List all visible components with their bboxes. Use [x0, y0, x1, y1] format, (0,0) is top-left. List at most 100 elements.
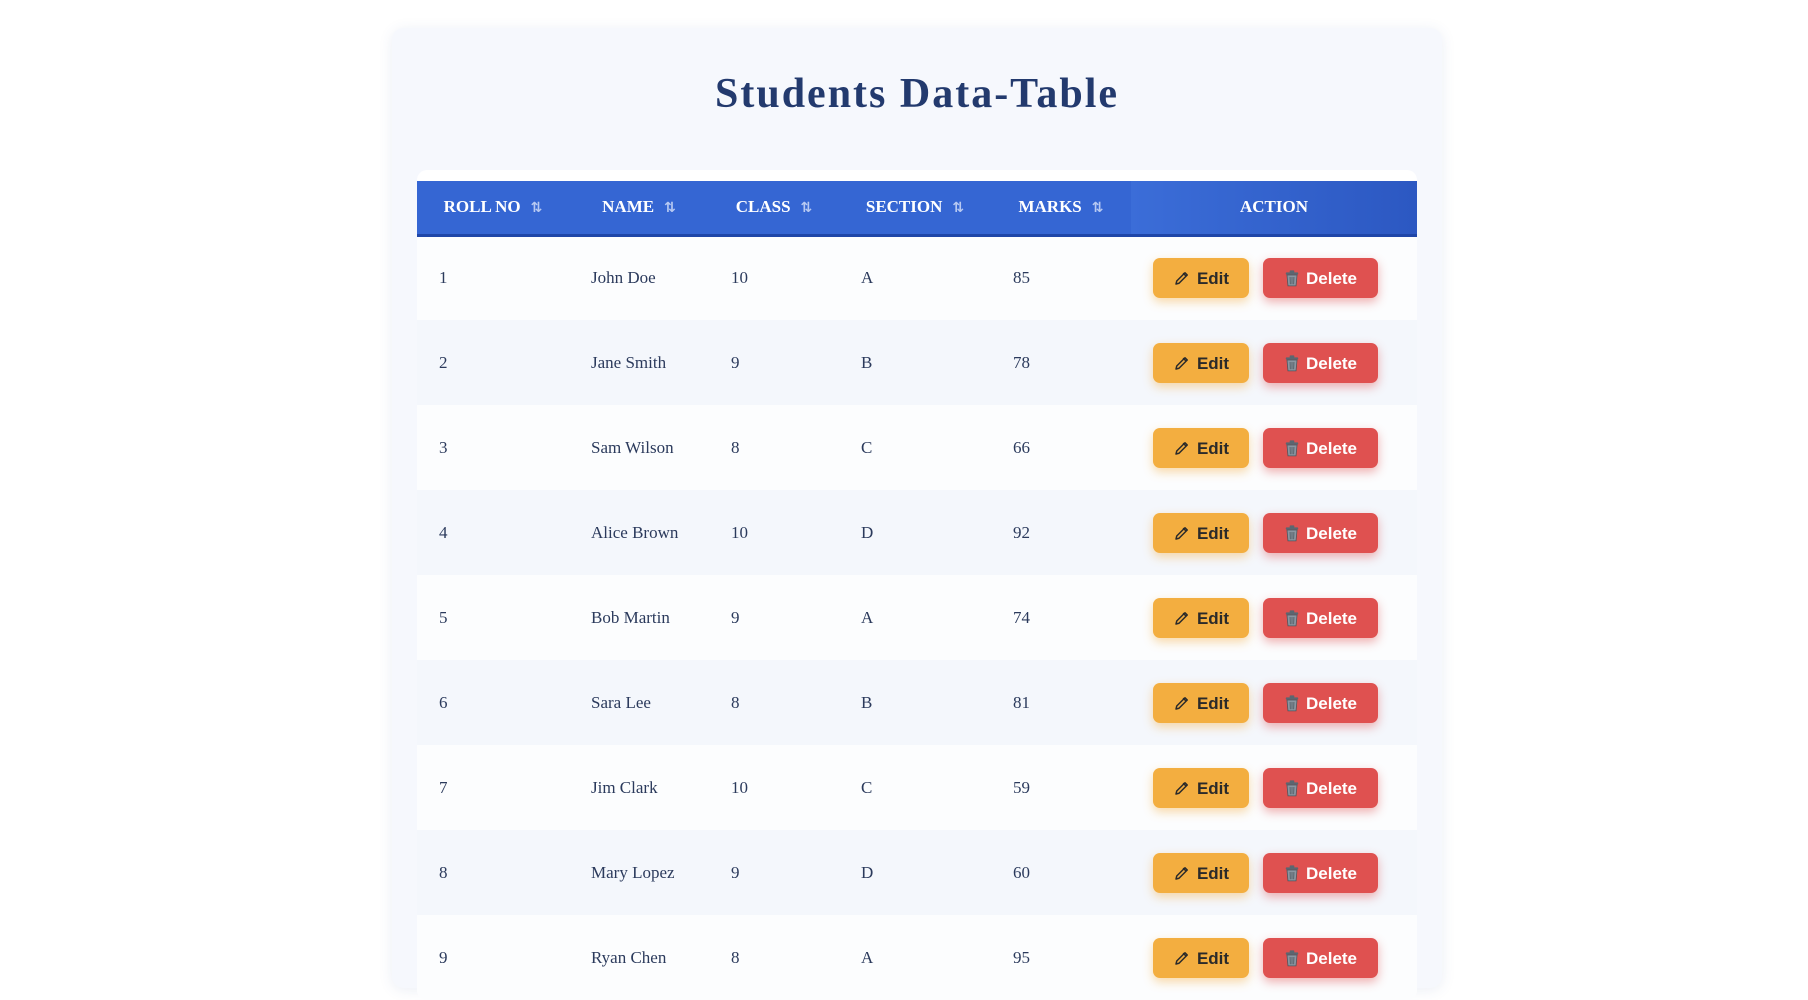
column-header-section[interactable]: SECTION⇅	[839, 181, 991, 235]
column-header-marks[interactable]: MARKS⇅	[991, 181, 1131, 235]
column-header-action: ACTION	[1131, 181, 1417, 235]
table-row: 1John Doe10A85EditDelete	[417, 235, 1417, 320]
cell-section: A	[839, 575, 991, 660]
sort-icon[interactable]: ⇅	[531, 200, 543, 216]
cell-name: Jane Smith	[569, 320, 709, 405]
pencil-icon	[1173, 864, 1197, 883]
cell-marks: 95	[991, 915, 1131, 1000]
cell-section: D	[839, 490, 991, 575]
cell-class: 9	[709, 320, 839, 405]
cell-roll: 9	[417, 915, 569, 1000]
sort-icon[interactable]: ⇅	[1092, 200, 1104, 216]
cell-section: A	[839, 235, 991, 320]
trash-icon	[1284, 779, 1306, 798]
cell-class: 9	[709, 830, 839, 915]
pencil-icon	[1173, 524, 1197, 543]
sort-icon[interactable]: ⇅	[664, 200, 676, 216]
cell-name: Ryan Chen	[569, 915, 709, 1000]
cell-action: Edit Delete	[1131, 320, 1417, 405]
cell-marks: 85	[991, 235, 1131, 320]
column-header-name[interactable]: NAME⇅	[569, 181, 709, 235]
cell-class: 8	[709, 915, 839, 1000]
edit-button-label: Edit	[1197, 949, 1229, 968]
cell-action: Edit Delete	[1131, 575, 1417, 660]
cell-class: 8	[709, 660, 839, 745]
cell-section: B	[839, 320, 991, 405]
delete-button[interactable]: Delete	[1263, 258, 1378, 298]
students-table: ROLL NO⇅NAME⇅CLASS⇅SECTION⇅MARKS⇅ACTION …	[417, 181, 1417, 1000]
trash-icon	[1284, 949, 1306, 968]
edit-button[interactable]: Edit	[1153, 513, 1249, 553]
table-row: 3Sam Wilson8C66EditDelete	[417, 405, 1417, 490]
delete-button-label: Delete	[1306, 609, 1357, 628]
delete-button[interactable]: Delete	[1263, 343, 1378, 383]
students-card: Students Data-Table ROLL NO⇅NAME⇅CLASS⇅S…	[392, 28, 1442, 988]
pencil-icon	[1173, 439, 1197, 458]
cell-roll: 8	[417, 830, 569, 915]
edit-button-label: Edit	[1197, 864, 1229, 883]
cell-action: Edit Delete	[1131, 915, 1417, 1000]
pencil-icon	[1173, 269, 1197, 288]
cell-action: Edit Delete	[1131, 405, 1417, 490]
table-row: 7Jim Clark10C59EditDelete	[417, 745, 1417, 830]
cell-roll: 1	[417, 235, 569, 320]
cell-roll: 4	[417, 490, 569, 575]
cell-roll: 6	[417, 660, 569, 745]
trash-icon	[1284, 354, 1306, 373]
cell-action: Edit Delete	[1131, 830, 1417, 915]
cell-marks: 74	[991, 575, 1131, 660]
cell-section: B	[839, 660, 991, 745]
sort-icon[interactable]: ⇅	[952, 200, 964, 216]
cell-marks: 59	[991, 745, 1131, 830]
cell-name: Alice Brown	[569, 490, 709, 575]
cell-roll: 5	[417, 575, 569, 660]
cell-marks: 78	[991, 320, 1131, 405]
cell-name: Jim Clark	[569, 745, 709, 830]
edit-button[interactable]: Edit	[1153, 343, 1249, 383]
cell-class: 10	[709, 235, 839, 320]
cell-roll: 7	[417, 745, 569, 830]
edit-button[interactable]: Edit	[1153, 853, 1249, 893]
students-table-container: ROLL NO⇅NAME⇅CLASS⇅SECTION⇅MARKS⇅ACTION …	[417, 170, 1417, 1000]
delete-button-label: Delete	[1306, 694, 1357, 713]
edit-button[interactable]: Edit	[1153, 428, 1249, 468]
delete-button[interactable]: Delete	[1263, 768, 1378, 808]
page-title: Students Data-Table	[392, 70, 1442, 118]
table-row: 9Ryan Chen8A95EditDelete	[417, 915, 1417, 1000]
table-row: 4Alice Brown10D92EditDelete	[417, 490, 1417, 575]
edit-button[interactable]: Edit	[1153, 598, 1249, 638]
edit-button[interactable]: Edit	[1153, 258, 1249, 298]
column-header-roll[interactable]: ROLL NO⇅	[417, 181, 569, 235]
edit-button-label: Edit	[1197, 354, 1229, 373]
sort-icon[interactable]: ⇅	[801, 200, 813, 216]
cell-name: Sam Wilson	[569, 405, 709, 490]
cell-name: Bob Martin	[569, 575, 709, 660]
cell-roll: 2	[417, 320, 569, 405]
delete-button[interactable]: Delete	[1263, 598, 1378, 638]
table-body: 1John Doe10A85EditDelete2Jane Smith9B78E…	[417, 235, 1417, 1000]
delete-button-label: Delete	[1306, 524, 1357, 543]
delete-button[interactable]: Delete	[1263, 938, 1378, 978]
delete-button[interactable]: Delete	[1263, 513, 1378, 553]
delete-button[interactable]: Delete	[1263, 428, 1378, 468]
cell-action: Edit Delete	[1131, 660, 1417, 745]
delete-button[interactable]: Delete	[1263, 683, 1378, 723]
cell-class: 9	[709, 575, 839, 660]
delete-button[interactable]: Delete	[1263, 853, 1378, 893]
edit-button[interactable]: Edit	[1153, 768, 1249, 808]
delete-button-label: Delete	[1306, 439, 1357, 458]
delete-button-label: Delete	[1306, 949, 1357, 968]
cell-name: Mary Lopez	[569, 830, 709, 915]
edit-button[interactable]: Edit	[1153, 683, 1249, 723]
column-header-label: CLASS	[736, 197, 791, 216]
edit-button-label: Edit	[1197, 439, 1229, 458]
edit-button-label: Edit	[1197, 269, 1229, 288]
cell-marks: 60	[991, 830, 1131, 915]
cell-class: 8	[709, 405, 839, 490]
cell-section: D	[839, 830, 991, 915]
cell-class: 10	[709, 490, 839, 575]
column-header-class[interactable]: CLASS ⇅	[709, 181, 839, 235]
edit-button-label: Edit	[1197, 609, 1229, 628]
edit-button[interactable]: Edit	[1153, 938, 1249, 978]
cell-marks: 81	[991, 660, 1131, 745]
